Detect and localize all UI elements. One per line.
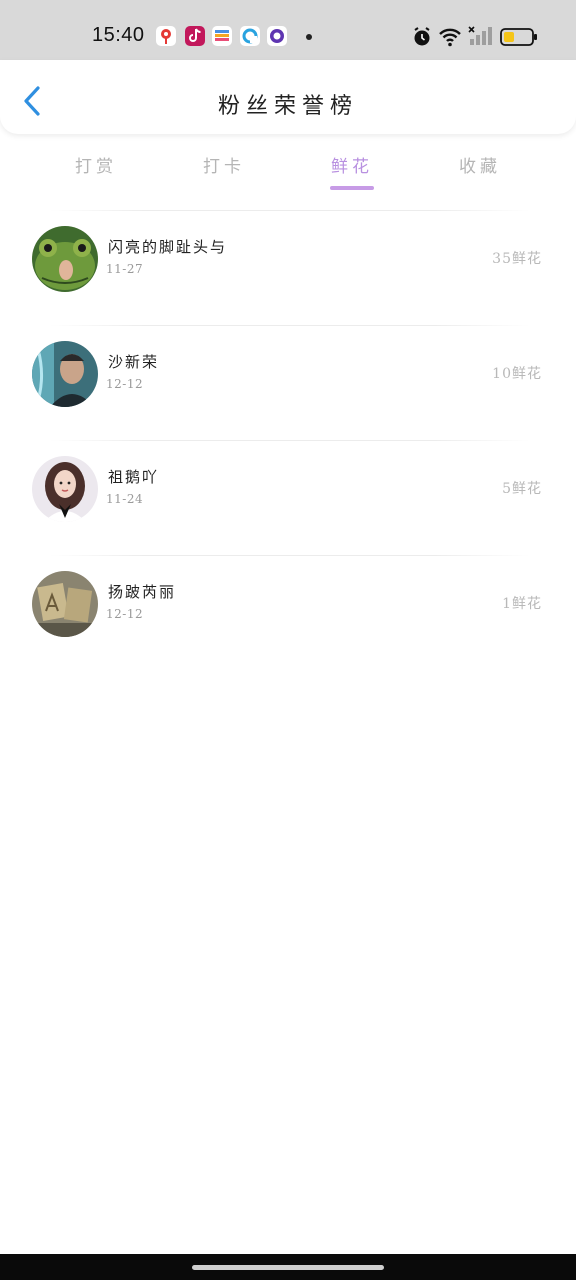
list-item[interactable]: 祖鹅吖 11-24 5鲜花 [0, 440, 576, 550]
tab-bar: 打赏 打卡 鲜花 收藏 [0, 148, 576, 194]
home-indicator[interactable] [192, 1265, 384, 1270]
browser-app-icon [240, 26, 260, 46]
page-title: 粉丝荣誉榜 [217, 94, 358, 119]
list-item[interactable]: 沙新荣 12-12 10鲜花 [0, 325, 576, 435]
woman-portrait-avatar [32, 456, 98, 522]
flower-count: 10鲜花 [492, 366, 542, 382]
map-pin-app-icon [156, 26, 176, 46]
tab-reward[interactable]: 打赏 [46, 152, 146, 177]
wifi-icon [438, 27, 462, 51]
tab-favorites[interactable]: 收藏 [430, 152, 530, 177]
flower-count: 5鲜花 [502, 481, 542, 497]
man-portrait-avatar [32, 341, 98, 407]
flower-count: 1鲜花 [502, 596, 542, 612]
fan-name: 闪亮的脚趾头与 [108, 238, 228, 256]
battery-icon [500, 28, 538, 50]
fan-name: 沙新荣 [108, 353, 160, 371]
fan-name: 扬跛芮丽 [108, 583, 177, 601]
tab-checkin[interactable]: 打卡 [174, 152, 274, 177]
list-item[interactable]: 闪亮的脚趾头与 11-27 35鲜花 [0, 210, 576, 320]
wallet-app-icon [212, 26, 232, 46]
app-header: 粉丝荣誉榜 [0, 60, 576, 134]
active-tab-indicator [330, 186, 374, 190]
letter-cards-avatar [32, 571, 98, 637]
cellular-signal-icon [468, 26, 494, 50]
fan-date: 11-27 [106, 262, 144, 276]
alarm-icon [412, 26, 432, 52]
flower-count: 35鲜花 [492, 251, 542, 267]
fan-date: 12-12 [106, 607, 144, 621]
fan-date: 12-12 [106, 377, 144, 391]
list-item[interactable]: 扬跛芮丽 12-12 1鲜花 [0, 555, 576, 665]
status-time: 15:40 [92, 24, 145, 46]
fan-date: 11-24 [106, 492, 144, 506]
messenger-app-icon [267, 26, 287, 46]
notification-dot-icon [306, 34, 312, 40]
status-bar: 15:40 [0, 0, 576, 60]
frog-mask-avatar [32, 226, 98, 292]
tab-flowers[interactable]: 鲜花 [302, 152, 402, 177]
system-nav-bar [0, 1254, 576, 1280]
fan-name: 祖鹅吖 [108, 468, 160, 486]
tiktok-app-icon [185, 26, 205, 46]
